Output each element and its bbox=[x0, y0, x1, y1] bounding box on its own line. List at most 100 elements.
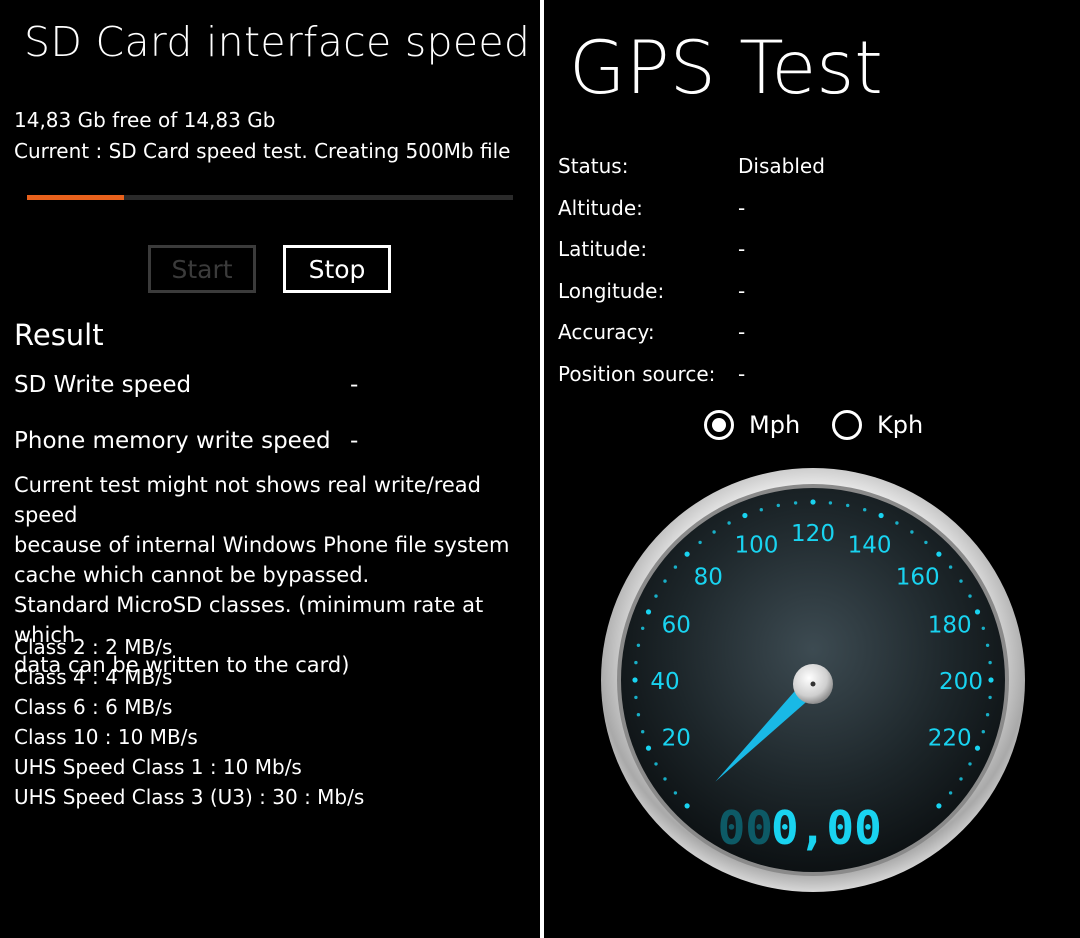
gauge-tick bbox=[981, 730, 985, 734]
status-label: Status: bbox=[558, 154, 629, 178]
gauge-tick bbox=[985, 643, 990, 647]
altitude-label: Altitude: bbox=[558, 196, 643, 220]
note-line: Current test might not shows real write/… bbox=[14, 473, 481, 527]
gauge-tick bbox=[828, 501, 833, 505]
gauge-tick bbox=[959, 777, 963, 781]
gauge-tick bbox=[988, 695, 992, 700]
gauge-tick bbox=[793, 501, 798, 505]
list-item: Class 2 : 2 MB/s bbox=[14, 635, 173, 659]
progress-bar-fill bbox=[27, 195, 125, 200]
phone-memory-speed-label: Phone memory write speed bbox=[14, 428, 331, 454]
gauge-tick-label: 200 bbox=[939, 669, 983, 695]
speedometer-gauge: 20 40 6080 100 120 140160 180 200 220 00 0,00 bbox=[601, 468, 1025, 892]
gauge-tick bbox=[974, 745, 981, 751]
gauge-tick bbox=[645, 745, 652, 751]
sd-card-panel: SD Card interface speed 14,83 Gb free of… bbox=[0, 0, 540, 938]
list-item: Class 4 : 4 MB/s bbox=[14, 665, 173, 689]
note-line: cache which cannot be bypassed. bbox=[14, 563, 370, 587]
sd-class-list: Class 2 : 2 MB/s Class 4 : 4 MB/s Class … bbox=[14, 632, 364, 812]
gauge-tick bbox=[936, 803, 942, 809]
radio-button-icon[interactable] bbox=[704, 410, 734, 440]
gauge-tick bbox=[968, 594, 972, 598]
unit-label-kph: Kph bbox=[877, 411, 924, 439]
gauge-tick bbox=[654, 762, 658, 766]
current-status-text: Current : SD Card speed test. Creating 5… bbox=[14, 139, 511, 163]
gauge-tick bbox=[727, 521, 731, 525]
page-title: SD Card interface speed bbox=[24, 18, 531, 66]
gauge-tick bbox=[988, 677, 994, 683]
gauge-tick bbox=[673, 565, 678, 569]
gauge-tick bbox=[712, 530, 716, 534]
gauge-tick bbox=[654, 594, 658, 598]
gauge-tick bbox=[759, 508, 763, 512]
gauge-tick-label: 80 bbox=[694, 564, 723, 590]
list-item: UHS Speed Class 3 (U3) : 30 : Mb/s bbox=[14, 785, 365, 809]
needle-hub-pin bbox=[810, 681, 816, 687]
radio-button-icon[interactable] bbox=[832, 410, 862, 440]
gauge-tick bbox=[632, 677, 638, 683]
gauge-tick bbox=[878, 512, 884, 519]
gauge-tick bbox=[641, 730, 645, 734]
status-value: Disabled bbox=[738, 154, 825, 178]
sd-write-speed-value: - bbox=[350, 372, 359, 398]
list-item: Class 10 : 10 MB/s bbox=[14, 725, 198, 749]
phone-memory-speed-value: - bbox=[350, 428, 359, 454]
gauge-tick bbox=[846, 503, 850, 508]
gauge-tick bbox=[810, 499, 816, 505]
list-item: Class 6 : 6 MB/s bbox=[14, 695, 173, 719]
gauge-tick bbox=[988, 660, 992, 665]
start-button[interactable]: Start bbox=[148, 245, 256, 293]
gauge-tick bbox=[634, 695, 638, 700]
longitude-value: - bbox=[738, 279, 746, 303]
gauge-tick bbox=[948, 565, 953, 569]
gauge-tick bbox=[776, 503, 780, 508]
gauge-tick bbox=[974, 609, 981, 615]
longitude-label: Longitude: bbox=[558, 279, 665, 303]
list-item: UHS Speed Class 1 : 10 Mb/s bbox=[14, 755, 302, 779]
result-heading: Result bbox=[14, 318, 104, 352]
radio-selected-dot bbox=[712, 418, 726, 432]
unit-label-mph: Mph bbox=[749, 411, 801, 439]
gauge-tick bbox=[636, 713, 641, 717]
gauge-tick bbox=[863, 508, 867, 512]
gauge-tick bbox=[910, 530, 914, 534]
stop-button[interactable]: Stop bbox=[283, 245, 391, 293]
gauge-tick bbox=[698, 540, 702, 545]
gauge-tick bbox=[684, 803, 690, 809]
gauge-tick-label: 140 bbox=[848, 532, 892, 558]
progress-bar bbox=[27, 195, 513, 200]
gauge-tick bbox=[924, 540, 928, 545]
gauge-tick bbox=[641, 626, 645, 630]
gauge-tick bbox=[742, 512, 748, 519]
gauge-tick-label: 180 bbox=[928, 612, 972, 638]
gauge-tick-label: 120 bbox=[791, 521, 835, 547]
gauge-tick-label: 60 bbox=[662, 612, 691, 638]
unit-radio-kph[interactable]: Kph bbox=[832, 410, 923, 440]
gauge-tick bbox=[634, 660, 638, 665]
unit-radio-mph[interactable]: Mph bbox=[704, 410, 800, 440]
gauge-tick bbox=[959, 579, 963, 583]
gauge-tick-label: 20 bbox=[662, 726, 691, 752]
position-source-value: - bbox=[738, 362, 746, 386]
gauge-tick bbox=[895, 521, 899, 525]
gauge-tick-label: 220 bbox=[928, 726, 972, 752]
gauge-tick bbox=[981, 626, 985, 630]
note-line: because of internal Windows Phone file s… bbox=[14, 533, 510, 557]
free-space-text: 14,83 Gb free of 14,83 Gb bbox=[14, 108, 276, 132]
gauge-tick bbox=[968, 762, 972, 766]
position-source-label: Position source: bbox=[558, 362, 716, 386]
sd-write-speed-label: SD Write speed bbox=[14, 372, 192, 398]
gauge-tick-label: 40 bbox=[650, 669, 679, 695]
gauge-tick bbox=[663, 777, 667, 781]
gauge-tick bbox=[636, 643, 641, 647]
latitude-label: Latitude: bbox=[558, 237, 648, 261]
gps-panel: GPS Test Status: Disabled Altitude: - La… bbox=[544, 0, 1080, 938]
altitude-value: - bbox=[738, 196, 746, 220]
gauge-tick bbox=[663, 579, 667, 583]
gauge-tick bbox=[645, 609, 652, 615]
gauge-tick-label: 160 bbox=[896, 564, 940, 590]
latitude-value: - bbox=[738, 237, 746, 261]
gauge-tick bbox=[684, 551, 690, 557]
gauge-tick bbox=[936, 551, 942, 557]
gauge-tick-label: 100 bbox=[734, 532, 778, 558]
